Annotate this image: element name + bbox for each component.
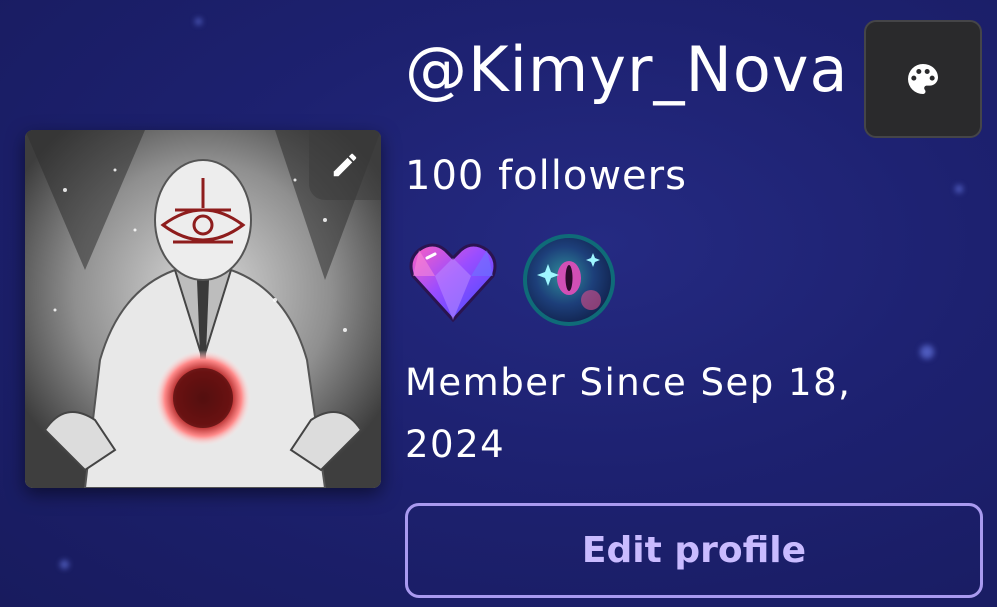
pencil-icon	[333, 153, 357, 177]
member-since-line-1: Member Since Sep 18,	[405, 361, 852, 404]
member-since-line-2: 2024	[405, 423, 506, 466]
background-sparkle	[955, 185, 963, 193]
member-since: Member Since Sep 18, 2024	[405, 352, 945, 476]
theme-button[interactable]	[864, 20, 982, 138]
username: @Kimyr_Nova	[405, 33, 849, 106]
badges-row	[405, 232, 617, 328]
background-sparkle	[195, 18, 202, 25]
edit-profile-button[interactable]: Edit profile	[405, 503, 983, 598]
edit-avatar-button[interactable]	[309, 130, 381, 200]
followers-count[interactable]: 100 followers	[405, 150, 687, 202]
profile-avatar[interactable]	[25, 130, 381, 488]
palette-icon	[908, 64, 938, 94]
crystal-heart-badge-icon[interactable]	[405, 232, 501, 328]
cosmic-eye-badge-icon[interactable]	[521, 232, 617, 328]
background-sparkle	[60, 560, 69, 569]
